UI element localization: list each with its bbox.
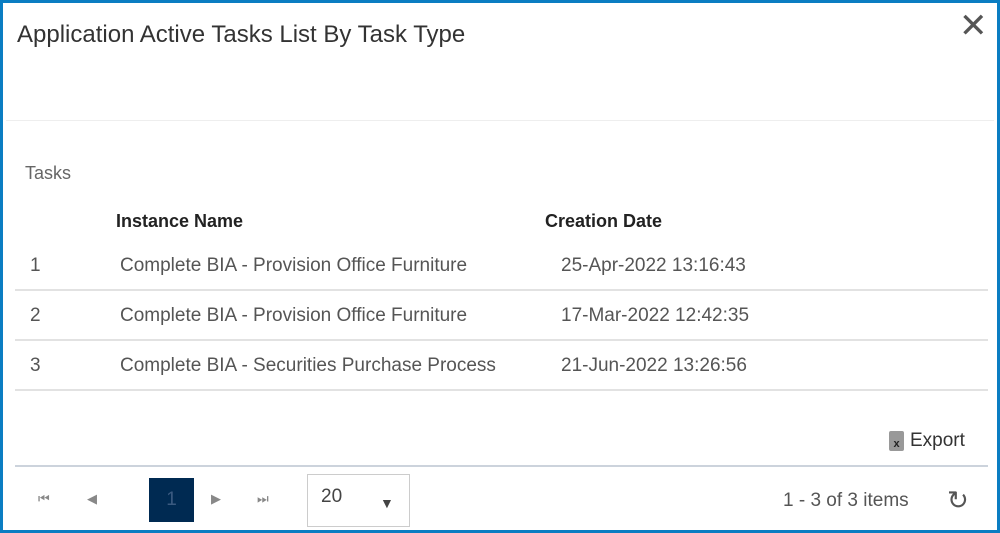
- row-number: 2: [30, 305, 41, 326]
- section-label: Tasks: [25, 163, 72, 183]
- export-button[interactable]: x Export: [889, 430, 965, 452]
- instance-name: Complete BIA - Provision Office Furnitur…: [120, 255, 468, 276]
- page-size-value: 20: [321, 486, 343, 507]
- creation-date: 25-Apr-2022 13:16:43: [561, 255, 746, 276]
- instance-name: Complete BIA - Provision Office Furnitur…: [120, 305, 468, 326]
- excel-icon: x: [889, 431, 904, 451]
- prev-page-icon[interactable]: ◀: [87, 491, 97, 507]
- refresh-icon[interactable]: ↻: [947, 485, 969, 516]
- close-icon[interactable]: ✕: [959, 9, 988, 43]
- header-divider: [6, 120, 994, 121]
- table-row[interactable]: 1 Complete BIA - Provision Office Furnit…: [15, 241, 988, 291]
- header-creation-date[interactable]: Creation Date: [545, 211, 662, 232]
- chevron-down-icon: ▼: [380, 495, 394, 511]
- pager-divider: [15, 465, 988, 467]
- table-row[interactable]: 3 Complete BIA - Securities Purchase Pro…: [15, 341, 988, 391]
- instance-name: Complete BIA - Securities Purchase Proce…: [120, 355, 496, 376]
- last-page-icon[interactable]: ⏭: [257, 491, 269, 507]
- header-instance-name[interactable]: Instance Name: [116, 211, 243, 232]
- table-row[interactable]: 2 Complete BIA - Provision Office Furnit…: [15, 291, 988, 341]
- next-page-icon[interactable]: ▶: [211, 491, 221, 507]
- export-label: Export: [910, 430, 965, 451]
- dialog: Application Active Tasks List By Task Ty…: [0, 0, 1000, 533]
- page-size-select[interactable]: 20 ▼: [307, 474, 410, 527]
- first-page-icon[interactable]: ⏮: [38, 491, 50, 507]
- page-1-button[interactable]: 1: [149, 478, 194, 522]
- row-number: 3: [30, 355, 41, 376]
- row-number: 1: [30, 255, 41, 276]
- pager-info: 1 - 3 of 3 items: [783, 490, 909, 511]
- creation-date: 21-Jun-2022 13:26:56: [561, 355, 747, 376]
- creation-date: 17-Mar-2022 12:42:35: [561, 305, 750, 326]
- dialog-title: Application Active Tasks List By Task Ty…: [17, 21, 466, 48]
